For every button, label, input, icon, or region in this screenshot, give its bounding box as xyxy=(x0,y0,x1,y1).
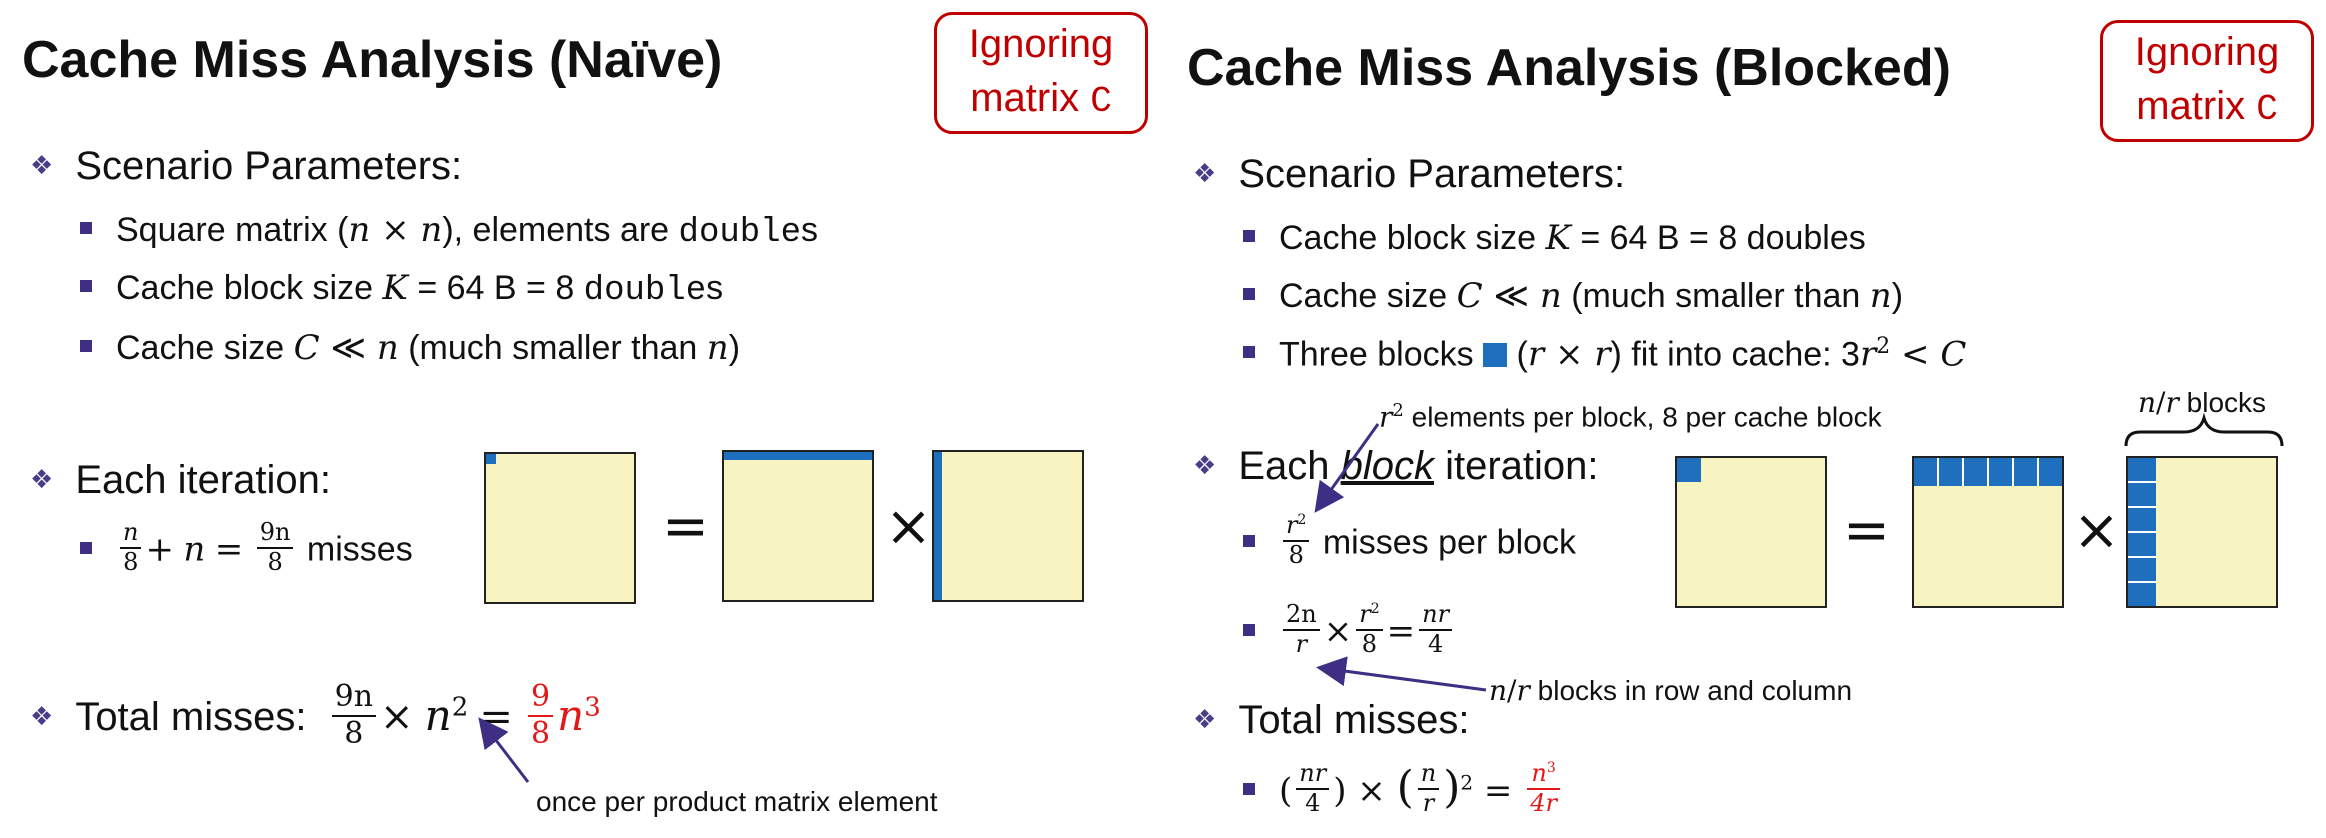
curly-brace xyxy=(2124,412,2284,447)
row-col-arrow xyxy=(1316,656,1487,692)
elements-per-block-arrow xyxy=(1314,423,1380,513)
once-per-element-arrow xyxy=(478,717,530,783)
annotation-overlay xyxy=(478,412,2284,783)
